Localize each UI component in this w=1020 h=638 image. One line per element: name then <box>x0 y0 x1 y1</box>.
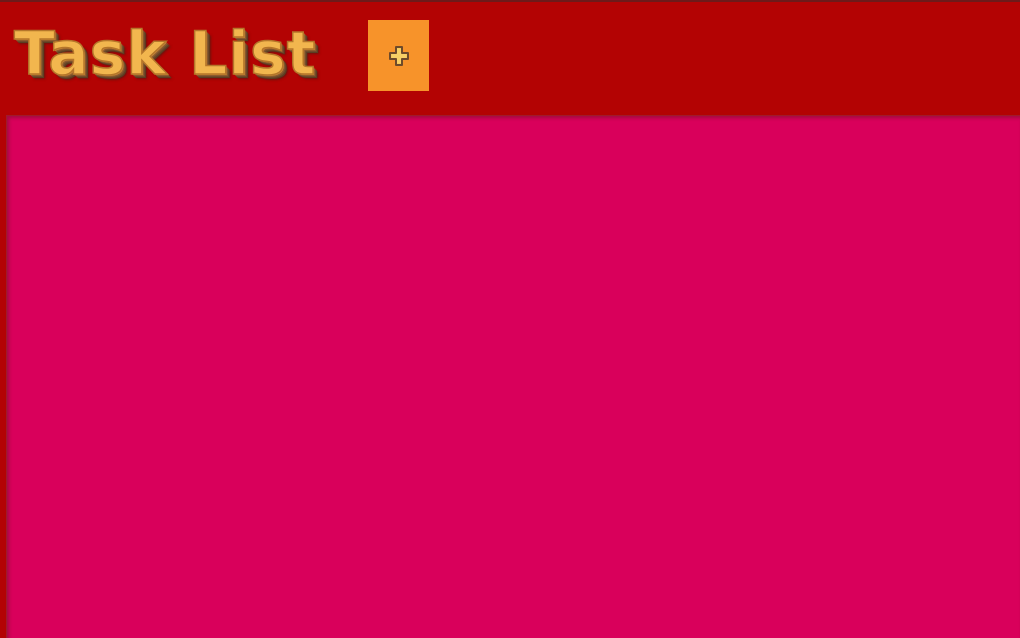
plus-icon <box>388 45 409 66</box>
task-list-app: Task List <box>0 0 1020 638</box>
page-title: Task List <box>13 18 317 90</box>
task-list-area <box>6 115 1020 638</box>
add-task-button[interactable] <box>368 20 429 91</box>
header-bar: Task List <box>0 2 1020 112</box>
